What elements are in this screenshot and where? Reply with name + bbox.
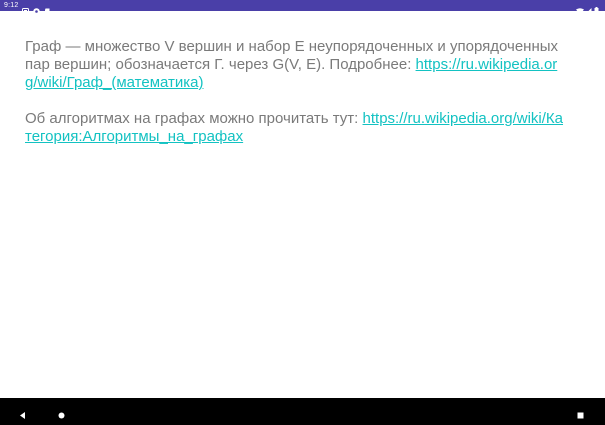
back-icon[interactable] (18, 407, 27, 419)
recents-icon[interactable] (576, 407, 585, 419)
sd-card-icon (44, 2, 51, 15)
graph-definition-paragraph: Граф — множество V вершин и набор E неуп… (25, 38, 565, 92)
status-right (576, 0, 601, 15)
chrome-icon (33, 2, 41, 15)
battery-icon (594, 2, 601, 15)
home-icon[interactable] (57, 407, 66, 419)
notification-icon (22, 2, 30, 15)
content-area: Граф — множество V вершин и набор E неуп… (25, 38, 565, 146)
screen: 9:12 Граф — множество V вершин и набор E… (0, 0, 605, 425)
navigation-bar (0, 398, 605, 425)
wifi-icon (576, 2, 584, 15)
graph-algorithms-paragraph: Об алгоритмах на графах можно прочитать … (25, 110, 565, 146)
graph-algorithms-text: Об алгоритмах на графах можно прочитать … (25, 110, 363, 127)
status-time: 9:12 (4, 2, 19, 9)
status-bar: 9:12 (0, 0, 605, 15)
signal-icon (585, 2, 592, 15)
status-left: 9:12 (4, 0, 51, 15)
